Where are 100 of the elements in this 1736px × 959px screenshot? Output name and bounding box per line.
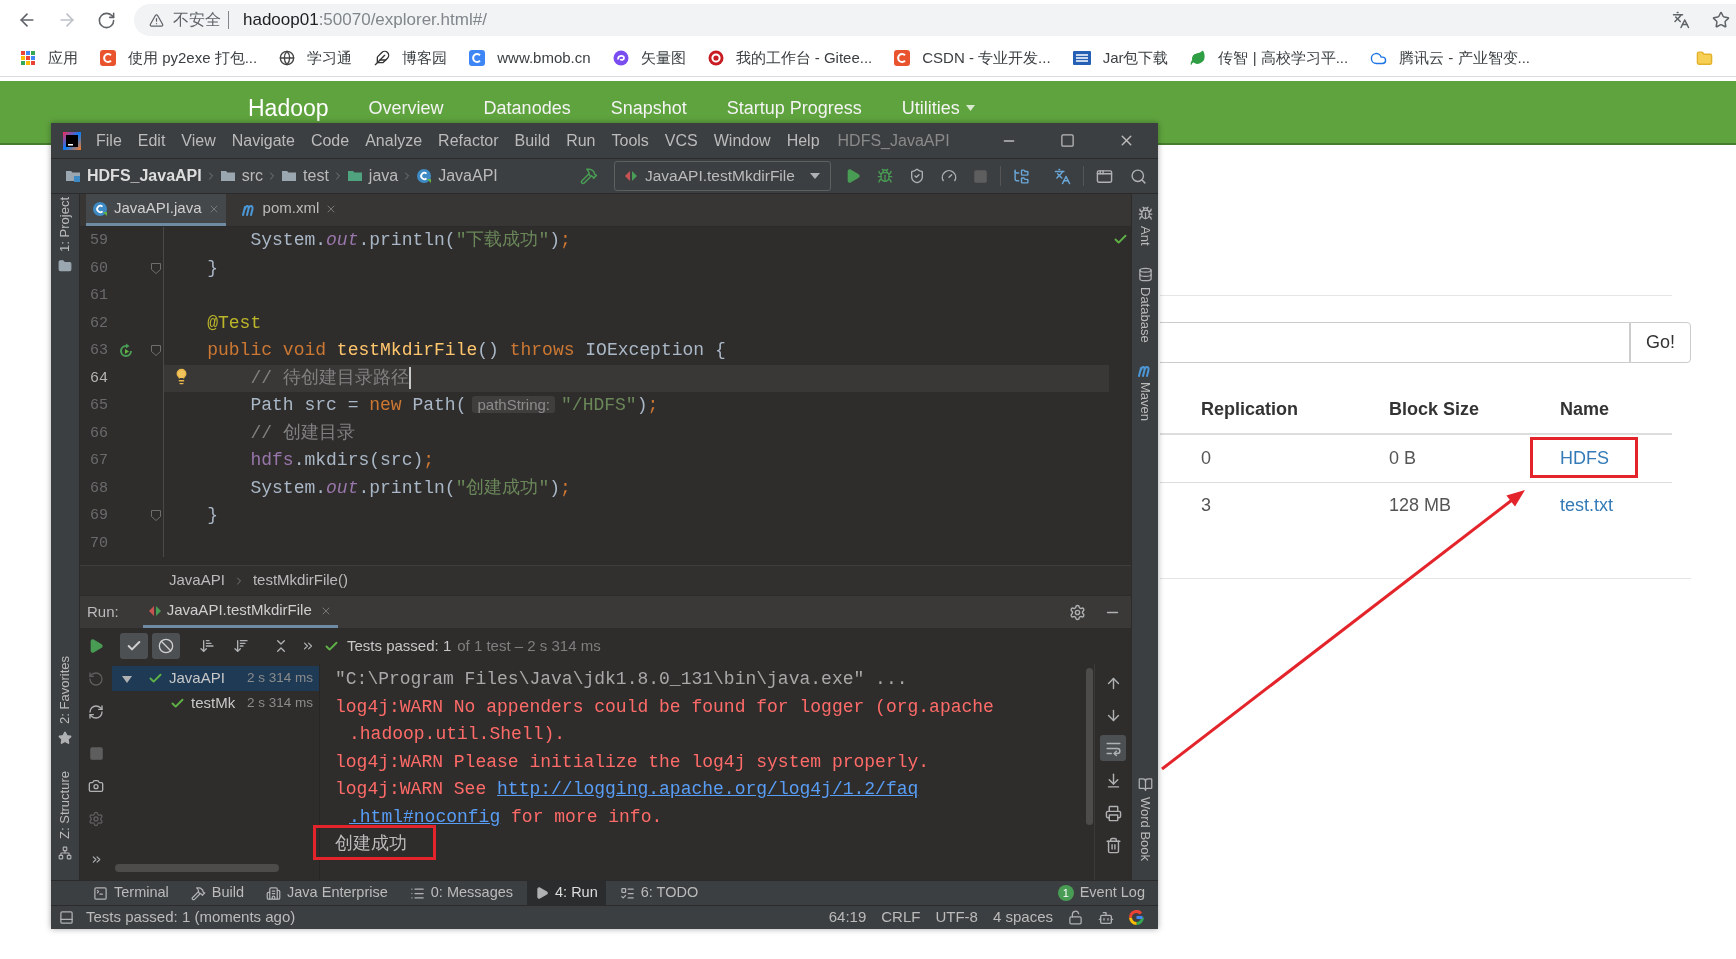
status-item[interactable]: 4 spaces bbox=[992, 906, 1053, 929]
printer-icon[interactable] bbox=[1104, 804, 1122, 822]
bug-icon[interactable] bbox=[877, 168, 893, 184]
nav-link[interactable]: Utilities bbox=[901, 99, 975, 117]
folder-tree-icon[interactable] bbox=[1013, 167, 1030, 185]
tool-window-button[interactable]: Database bbox=[1135, 266, 1155, 343]
window-icon[interactable] bbox=[1096, 167, 1113, 185]
menu-item[interactable]: View bbox=[173, 128, 224, 153]
bookmark[interactable]: 腾讯云 - 产业智变... bbox=[1359, 44, 1542, 72]
menu-item[interactable]: Window bbox=[705, 128, 779, 153]
letter-g-icon[interactable] bbox=[1129, 910, 1144, 925]
test-tree-row[interactable]: testMk 2 s 314 ms bbox=[112, 691, 319, 716]
event-log-button[interactable]: 1 Event Log bbox=[1057, 881, 1145, 905]
gauge-icon[interactable] bbox=[941, 168, 957, 184]
padlock-icon[interactable] bbox=[1068, 910, 1083, 925]
bookmark[interactable]: 使用 py2exe 打包... bbox=[89, 44, 269, 72]
reload-icon[interactable] bbox=[97, 10, 116, 30]
menu-item[interactable]: Tools bbox=[603, 128, 657, 153]
play-cycle-icon[interactable] bbox=[118, 342, 134, 359]
tool-window-button[interactable]: Ant bbox=[1135, 206, 1155, 246]
run-icon[interactable] bbox=[88, 638, 104, 654]
go-button[interactable]: Go! bbox=[1630, 322, 1691, 363]
bookmark[interactable]: 应用 bbox=[9, 44, 89, 72]
breadcrumb[interactable]: JavaAPI bbox=[416, 164, 498, 188]
nav-link[interactable]: Startup Progress bbox=[726, 99, 862, 117]
tool-window-button[interactable]: 2: Favorites bbox=[55, 656, 75, 746]
nav-link[interactable]: Overview bbox=[368, 99, 444, 117]
bookmark[interactable]: 传智 | 高校学习平... bbox=[1179, 44, 1360, 72]
editor-tab[interactable]: pom.xml bbox=[234, 194, 344, 226]
tool-window-button[interactable]: Word Book bbox=[1135, 776, 1155, 861]
menu-item[interactable]: Code bbox=[302, 128, 358, 153]
menu-item[interactable]: Help bbox=[778, 128, 828, 153]
menu-item[interactable]: Build bbox=[506, 128, 559, 153]
bookmark[interactable]: CSDN - 专业开发... bbox=[883, 44, 1062, 72]
tool-window-tab[interactable]: Terminal bbox=[85, 881, 177, 905]
translate-icon[interactable] bbox=[1054, 167, 1071, 185]
breadcrumb[interactable]: JavaAPI bbox=[169, 569, 225, 592]
fold-marker-icon[interactable] bbox=[151, 345, 161, 357]
menu-item[interactable]: Analyze bbox=[357, 128, 431, 153]
tool-window-button[interactable]: Z: Structure bbox=[55, 771, 75, 860]
bookmark[interactable]: 我的工作台 - Gitee... bbox=[696, 44, 884, 72]
hammer-icon[interactable] bbox=[580, 167, 598, 185]
file-link[interactable]: HDFS bbox=[1560, 445, 1609, 472]
bookmark[interactable]: www.bmob.cn bbox=[458, 44, 602, 72]
tool-window-button[interactable]: 1: Project bbox=[55, 197, 75, 273]
toggle-button[interactable] bbox=[1100, 735, 1126, 762]
more-icon[interactable] bbox=[301, 639, 315, 653]
ban-icon[interactable] bbox=[158, 638, 174, 654]
brand-link[interactable]: Hadoop bbox=[248, 96, 329, 120]
camera-icon[interactable] bbox=[88, 778, 104, 794]
gear-icon[interactable] bbox=[1069, 603, 1086, 621]
refresh-icon[interactable] bbox=[88, 704, 104, 720]
tool-window-tab[interactable]: 0: Messages bbox=[401, 881, 521, 905]
status-item[interactable]: UTF-8 bbox=[935, 906, 978, 929]
breadcrumb[interactable]: testMkdirFile() bbox=[252, 569, 348, 592]
menu-item[interactable]: Navigate bbox=[223, 128, 303, 153]
bookmark[interactable]: 矢量图 bbox=[601, 44, 697, 72]
tool-window-tab[interactable]: Build bbox=[182, 881, 253, 905]
nav-link[interactable]: Datanodes bbox=[483, 99, 571, 117]
trash-icon[interactable] bbox=[1104, 837, 1122, 855]
sort-bars-icon[interactable] bbox=[233, 638, 249, 654]
scrollbar[interactable] bbox=[115, 864, 279, 872]
sort-icon[interactable] bbox=[199, 638, 215, 654]
status-item[interactable]: CRLF bbox=[881, 906, 921, 929]
bookmark[interactable]: 学习通 bbox=[268, 44, 364, 72]
path-field[interactable] bbox=[1160, 322, 1630, 363]
run-icon[interactable] bbox=[845, 168, 861, 184]
search-icon[interactable] bbox=[1130, 167, 1147, 185]
console-link[interactable]: .html#noconfig bbox=[349, 806, 501, 827]
star-icon[interactable] bbox=[1712, 11, 1730, 29]
breadcrumb[interactable]: src bbox=[219, 164, 264, 188]
panel-icon[interactable] bbox=[59, 910, 74, 925]
breadcrumb[interactable]: HDFS_JavaAPI bbox=[65, 164, 202, 188]
menu-item[interactable]: Edit bbox=[129, 128, 174, 153]
editor-tab[interactable]: JavaAPI.java bbox=[86, 194, 226, 226]
fold-marker-icon[interactable] bbox=[151, 262, 161, 274]
run-config-dropdown[interactable]: JavaAPI.testMkdirFile bbox=[614, 161, 831, 191]
menu-item[interactable]: VCS bbox=[656, 128, 706, 153]
status-item[interactable]: 64:19 bbox=[828, 906, 867, 929]
test-tree-row[interactable]: JavaAPI 2 s 314 ms bbox=[112, 666, 319, 691]
menu-item[interactable]: Run bbox=[558, 128, 604, 153]
fold-marker-icon[interactable] bbox=[151, 510, 161, 522]
menu-item[interactable]: Refactor bbox=[430, 128, 507, 153]
expand-triangle-icon[interactable] bbox=[122, 673, 132, 684]
file-link[interactable]: test.txt bbox=[1560, 491, 1613, 519]
shield-icon[interactable] bbox=[909, 168, 925, 184]
maximize-icon[interactable] bbox=[1060, 133, 1075, 148]
scrollbar[interactable] bbox=[1086, 668, 1093, 825]
bookmark[interactable]: Jar包下载 bbox=[1061, 44, 1180, 72]
robot-icon[interactable] bbox=[1098, 909, 1114, 926]
toggle-button[interactable] bbox=[152, 633, 180, 659]
tool-window-tab[interactable]: 6: TODO bbox=[611, 881, 707, 905]
bookmark[interactable]: 博客园 bbox=[363, 44, 459, 72]
tool-window-tab[interactable]: 4: Run bbox=[527, 881, 606, 905]
tool-window-button[interactable]: Maven bbox=[1135, 363, 1155, 422]
translate-icon[interactable] bbox=[1672, 11, 1690, 29]
console-link[interactable]: http://logging.apache.org/log4j/1.2/faq bbox=[497, 779, 919, 800]
address-bar[interactable]: 不安全 hadoop01:50070/explorer.html#/ bbox=[134, 4, 1736, 36]
run-tab[interactable]: JavaAPI.testMkdirFile bbox=[142, 596, 338, 628]
breadcrumb[interactable]: java bbox=[346, 164, 399, 188]
